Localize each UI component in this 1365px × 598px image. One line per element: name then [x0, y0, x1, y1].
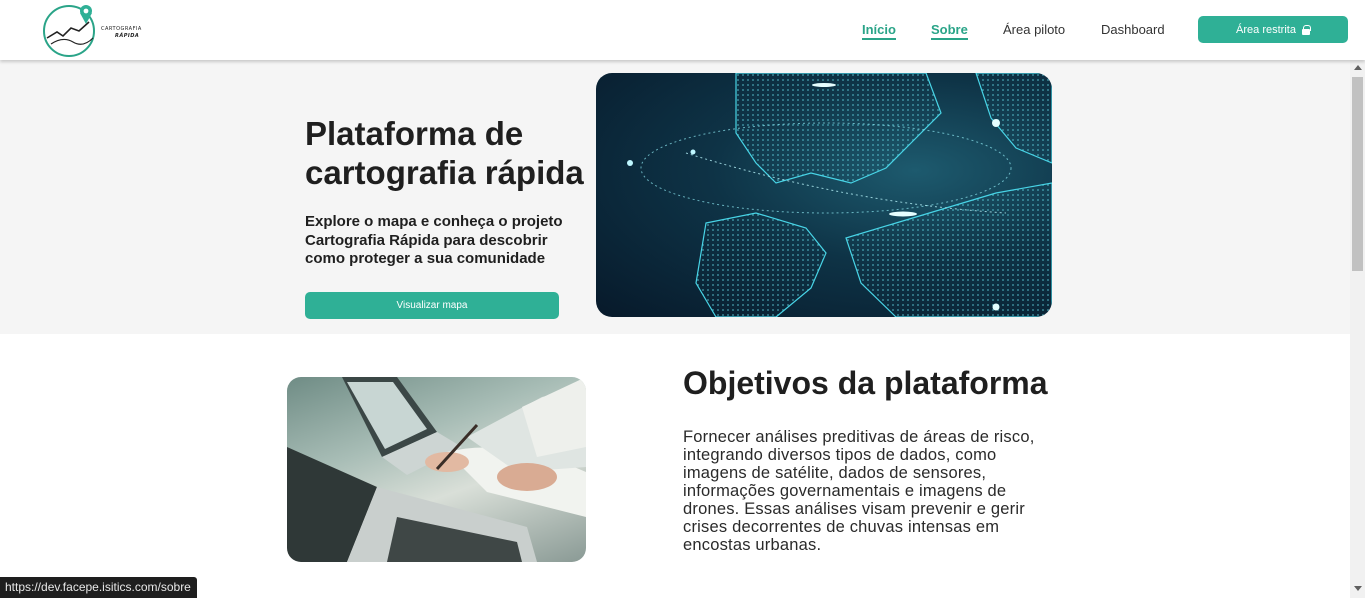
laptop-work-illustration: [287, 377, 586, 562]
objectives-text: Fornecer análises preditivas de áreas de…: [683, 428, 1035, 554]
site-logo[interactable]: CARTOGRAFIA RÁPIDA: [43, 2, 143, 58]
logo-graph-icon: [46, 5, 94, 45]
hero-subtitle: Explore o mapa e conheça o projeto Carto…: [305, 213, 563, 267]
restricted-area-label: Área restrita: [1236, 23, 1296, 36]
hero-section: Plataforma de cartografia rápida Explore…: [0, 60, 1350, 334]
hero-title: Plataforma de cartografia rápida: [305, 115, 584, 191]
world-map-illustration: [627, 73, 1052, 317]
nav-area-piloto[interactable]: Área piloto: [1003, 22, 1065, 37]
nav-inicio[interactable]: Início: [862, 22, 896, 40]
nav-sobre[interactable]: Sobre: [931, 22, 968, 40]
scrollbar-thumb[interactable]: [1352, 77, 1363, 271]
logo-line1: CARTOGRAFIA: [101, 26, 142, 32]
objectives-title: Objetivos da plataforma: [683, 365, 1048, 401]
laptop-work-photo: [287, 377, 586, 562]
logo-line2: RÁPIDA: [115, 33, 140, 39]
scroll-up-arrow-icon[interactable]: [1354, 65, 1362, 70]
nav-dashboard[interactable]: Dashboard: [1101, 22, 1165, 37]
lock-icon: [1301, 25, 1311, 35]
world-map-image: [596, 73, 1052, 317]
logo-wordmark: CARTOGRAFIA RÁPIDA: [101, 26, 142, 40]
restricted-area-button[interactable]: Área restrita: [1198, 16, 1348, 43]
scroll-down-arrow-icon[interactable]: [1354, 586, 1362, 591]
page-scrollbar[interactable]: [1350, 60, 1365, 598]
link-status-bar: https://dev.facepe.isitics.com/sobre: [0, 577, 197, 598]
view-map-button[interactable]: Visualizar mapa: [305, 292, 559, 319]
top-navbar: CARTOGRAFIA RÁPIDA Início Sobre Área pil…: [0, 0, 1365, 60]
